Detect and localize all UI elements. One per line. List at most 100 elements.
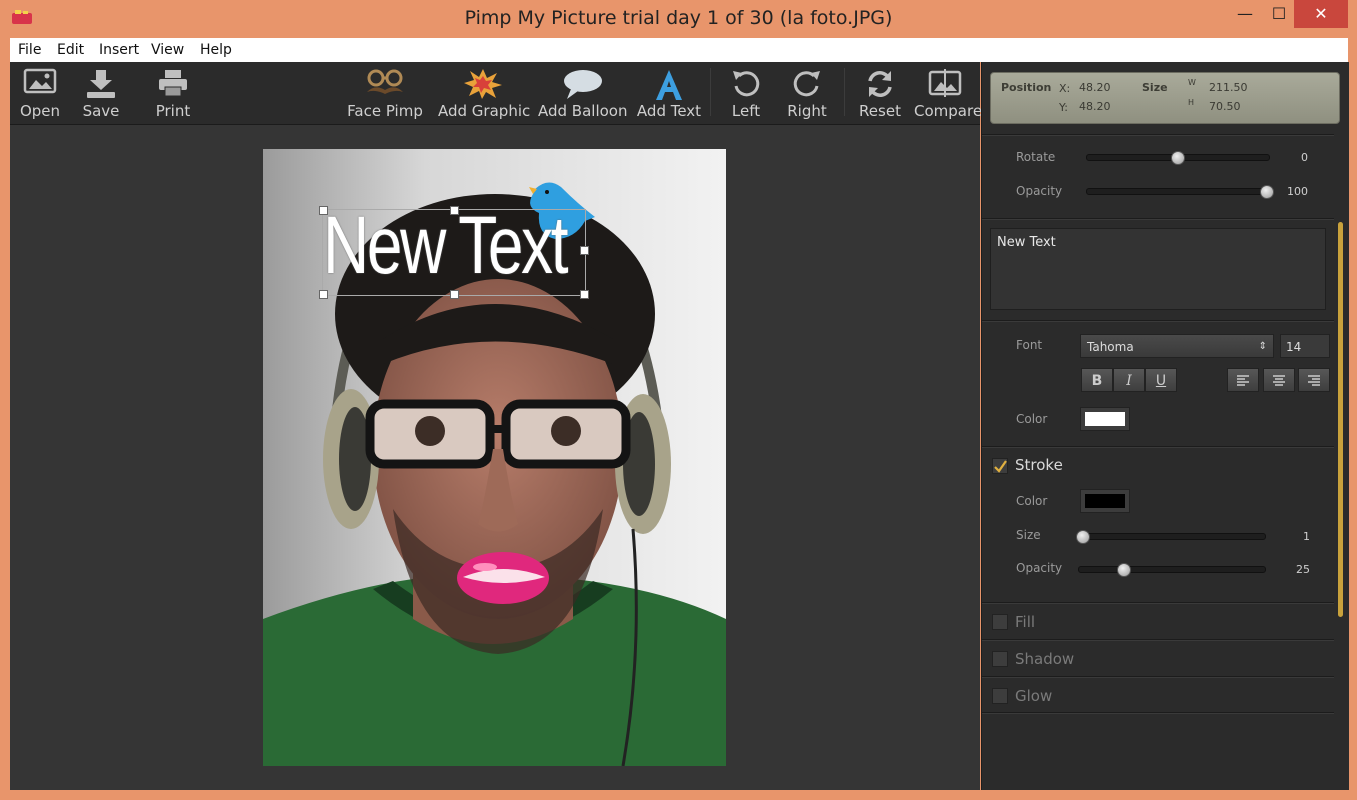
stroke-opacity-label: Opacity	[1016, 561, 1063, 575]
stroke-color-fill	[1085, 494, 1125, 508]
h-value: 70.50	[1209, 100, 1241, 113]
opacity-slider[interactable]	[1086, 188, 1270, 195]
app-window: Pimp My Picture trial day 1 of 30 (la fo…	[0, 0, 1357, 800]
mustache-glasses-icon	[367, 69, 403, 94]
save-button[interactable]: Save	[78, 62, 124, 124]
stroke-checkbox[interactable]	[992, 458, 1008, 474]
italic-button[interactable]: I	[1113, 368, 1145, 392]
divider	[982, 446, 1334, 447]
maximize-button[interactable]: ☐	[1262, 0, 1296, 28]
rotate-right-button[interactable]: Right	[786, 62, 828, 124]
menu-edit[interactable]: Edit	[57, 42, 84, 58]
align-left-button[interactable]	[1227, 368, 1259, 392]
toolbar: Open Save Print Face Pimp Add Graphic Ad…	[10, 62, 983, 125]
divider	[982, 712, 1334, 713]
align-center-icon	[1273, 375, 1285, 386]
rotate-label: Rotate	[1016, 150, 1056, 164]
fill-checkbox[interactable]	[992, 614, 1008, 630]
menu-help[interactable]: Help	[200, 42, 232, 58]
reset-button[interactable]: Reset	[858, 62, 902, 124]
position-label: Position	[1001, 81, 1052, 94]
resize-handle[interactable]	[450, 290, 459, 299]
print-button[interactable]: Print	[148, 62, 198, 124]
font-family-value: Tahoma	[1087, 340, 1134, 354]
close-button[interactable]: ✕	[1294, 0, 1348, 28]
align-left-icon	[1237, 375, 1249, 386]
menu-view[interactable]: View	[151, 42, 184, 58]
left-label: Left	[731, 102, 761, 120]
stroke-opacity-slider-knob[interactable]	[1117, 563, 1131, 577]
menu-bar: File Edit Insert View Help	[10, 38, 1348, 62]
glow-checkbox[interactable]	[992, 688, 1008, 704]
divider	[982, 676, 1334, 677]
compare-image-icon	[928, 69, 962, 97]
stroke-opacity-slider[interactable]	[1078, 566, 1266, 573]
align-right-button[interactable]	[1298, 368, 1330, 392]
position-size-readout: Position X: 48.20 Y: 48.20 Size W 211.50…	[990, 72, 1340, 124]
divider	[982, 639, 1334, 640]
stroke-size-slider-knob[interactable]	[1076, 530, 1090, 544]
stroke-size-label: Size	[1016, 528, 1041, 542]
title-bar: Pimp My Picture trial day 1 of 30 (la fo…	[0, 0, 1357, 38]
speech-balloon-icon	[564, 70, 602, 99]
explosion-icon	[464, 69, 502, 99]
text-input[interactable]: New Text	[990, 228, 1326, 310]
shadow-label: Shadow	[1015, 650, 1075, 668]
open-button[interactable]: Open	[16, 62, 64, 124]
toolbar-separator	[710, 68, 711, 116]
opacity-label: Opacity	[1016, 184, 1063, 198]
toolbar-separator	[844, 68, 845, 116]
stroke-label: Stroke	[1015, 456, 1063, 474]
align-right-icon	[1308, 375, 1320, 386]
panel-scrollbar[interactable]	[1338, 222, 1343, 617]
stroke-size-slider[interactable]	[1078, 533, 1266, 540]
compare-label: Compare	[914, 102, 983, 120]
divider	[982, 218, 1334, 219]
font-size-input[interactable]: 14	[1280, 334, 1330, 358]
divider	[982, 320, 1334, 321]
print-label: Print	[155, 102, 191, 120]
face-pimp-button[interactable]: Face Pimp	[347, 62, 423, 124]
refresh-icon	[868, 71, 892, 97]
menu-insert[interactable]: Insert	[99, 42, 139, 58]
editor-canvas[interactable]: New Text	[10, 125, 980, 790]
bold-button[interactable]: B	[1081, 368, 1113, 392]
h-label: H	[1188, 98, 1195, 107]
divider	[982, 602, 1334, 603]
properties-panel: Position X: 48.20 Y: 48.20 Size W 211.50…	[981, 62, 1349, 790]
menu-file[interactable]: File	[18, 42, 41, 58]
resize-handle[interactable]	[319, 290, 328, 299]
rotate-left-button[interactable]: Left	[726, 62, 766, 124]
stroke-color-swatch[interactable]	[1080, 489, 1130, 513]
y-label: Y:	[1059, 101, 1068, 114]
underline-button[interactable]: U	[1145, 368, 1177, 392]
size-label: Size	[1142, 81, 1168, 94]
resize-handle[interactable]	[580, 290, 589, 299]
text-color-swatch[interactable]	[1080, 407, 1130, 431]
opacity-value: 100	[1287, 185, 1308, 198]
photo[interactable]: New Text	[263, 149, 726, 766]
compare-button[interactable]: Compare	[914, 62, 983, 124]
fill-label: Fill	[1015, 613, 1036, 631]
rotate-slider-knob[interactable]	[1171, 151, 1185, 165]
resize-handle[interactable]	[319, 206, 328, 215]
add-balloon-button[interactable]: Add Balloon	[538, 62, 628, 124]
rotate-left-icon	[733, 71, 760, 97]
letter-a-icon	[656, 70, 682, 100]
selection-box[interactable]	[319, 206, 589, 299]
font-family-select[interactable]: Tahoma ⇕	[1080, 334, 1274, 358]
resize-handle[interactable]	[580, 246, 589, 255]
add-text-button[interactable]: Add Text	[636, 62, 702, 124]
add-balloon-label: Add Balloon	[538, 102, 628, 120]
right-label: Right	[787, 102, 827, 120]
stroke-size-value: 1	[1303, 530, 1310, 543]
minimize-button[interactable]: —	[1228, 0, 1262, 28]
checkmark-icon	[994, 460, 1007, 473]
opacity-slider-knob[interactable]	[1260, 185, 1274, 199]
resize-handle[interactable]	[450, 206, 459, 215]
align-center-button[interactable]	[1263, 368, 1295, 392]
shadow-checkbox[interactable]	[992, 651, 1008, 667]
stroke-opacity-value: 25	[1296, 563, 1310, 576]
rotate-right-icon	[793, 71, 820, 97]
add-graphic-button[interactable]: Add Graphic	[438, 62, 530, 124]
